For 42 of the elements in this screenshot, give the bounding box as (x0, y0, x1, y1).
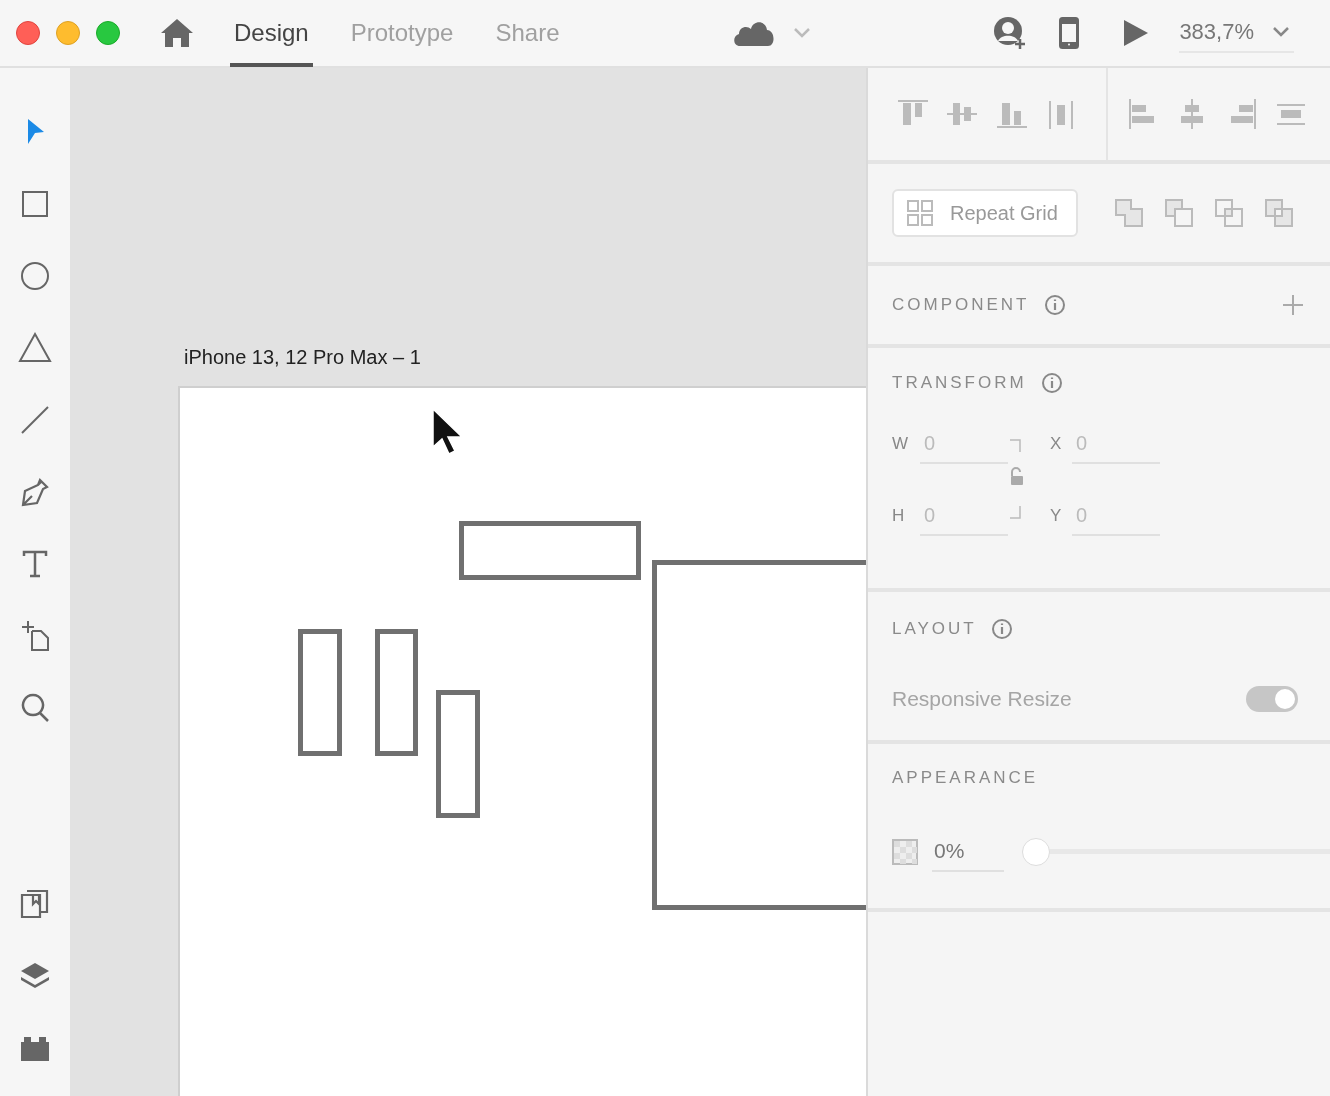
add-icon[interactable] (1282, 294, 1304, 316)
input-field[interactable]: 0 (1072, 424, 1160, 464)
play-icon[interactable] (1123, 19, 1150, 47)
artboard-title[interactable]: iPhone 13, 12 Pro Max – 1 (184, 346, 421, 369)
chevron-down-icon (1272, 26, 1290, 38)
boolean-operation-icon[interactable] (1263, 198, 1294, 228)
boolean-operation-icon[interactable] (1113, 198, 1144, 228)
zoom-dropdown[interactable]: 383,7% (1179, 13, 1294, 53)
field-label: Y (1050, 506, 1063, 526)
section-title: TRANSFORM (892, 373, 1027, 393)
responsive-resize-label: Responsive Resize (892, 687, 1072, 711)
home-icon[interactable] (160, 18, 194, 48)
field-label: H (892, 506, 906, 526)
section-title: COMPONENT (892, 295, 1030, 315)
boolean-operation-icon[interactable] (1163, 198, 1194, 228)
mobile-device-icon[interactable] (1059, 17, 1080, 49)
tab[interactable]: Share (491, 0, 564, 67)
tab[interactable]: Prototype (346, 0, 458, 67)
input-field[interactable]: 0 (920, 496, 1008, 536)
boolean-operation-icon[interactable] (1213, 198, 1244, 228)
info-icon[interactable] (990, 618, 1013, 640)
zoom-window-button[interactable] (96, 21, 120, 45)
section-title: APPEARANCE (892, 768, 1040, 788)
info-icon[interactable] (1043, 294, 1066, 316)
ellipse-tool-icon[interactable] (18, 259, 52, 293)
info-icon[interactable] (1040, 372, 1063, 394)
opacity-input[interactable]: 0% (932, 832, 1004, 872)
transparency-swatch-icon[interactable] (892, 839, 918, 865)
input-field[interactable]: 0 (920, 424, 1008, 464)
chevron-down-icon[interactable] (792, 27, 811, 39)
add-user-icon[interactable] (993, 16, 1028, 50)
field-label: W (892, 434, 910, 454)
repeat-grid-button[interactable]: Repeat Grid (892, 189, 1078, 237)
section-title: LAYOUT (892, 619, 977, 639)
grid-icon (906, 199, 934, 227)
close-button[interactable] (16, 21, 40, 45)
slider-thumb[interactable] (1022, 838, 1050, 866)
minimize-button[interactable] (56, 21, 80, 45)
field-label: X (1050, 434, 1063, 454)
cloud-icon[interactable] (731, 19, 776, 47)
polygon-tool-icon[interactable] (18, 331, 52, 365)
input-field[interactable]: 0 (1072, 496, 1160, 536)
